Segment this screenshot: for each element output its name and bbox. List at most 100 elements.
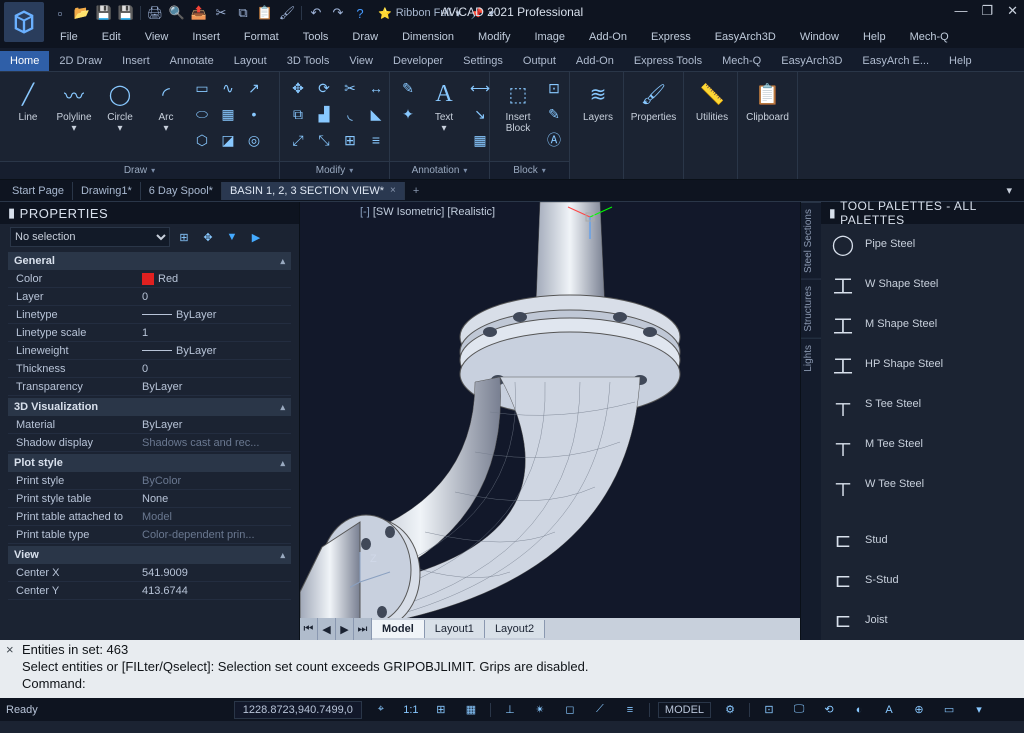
filter-icon[interactable]: ▼	[222, 227, 242, 247]
chevron-down-icon[interactable]: ▾	[968, 701, 990, 719]
point-icon[interactable]: •	[242, 102, 266, 126]
spline-icon[interactable]: ∿	[216, 76, 240, 100]
menu-easyarch3d[interactable]: EasyArch3D	[703, 28, 788, 46]
otrack-icon[interactable]: ⟋	[589, 701, 611, 719]
tab-developer[interactable]: Developer	[383, 51, 453, 71]
chamfer-icon[interactable]: ◣	[364, 102, 388, 126]
menu-format[interactable]: Format	[232, 28, 291, 46]
offset-icon[interactable]: ≡	[364, 128, 388, 152]
scale-icon[interactable]: ⤡	[312, 128, 336, 152]
property-value[interactable]: Color-dependent prin...	[138, 529, 291, 541]
trim-icon[interactable]: ✂	[338, 76, 362, 100]
tab-addon[interactable]: Add-On	[566, 51, 624, 71]
pal-m-shape[interactable]: 工M Shape Steel	[821, 304, 1024, 344]
menu-help[interactable]: Help	[851, 28, 898, 46]
polygon-icon[interactable]: ⬡	[190, 128, 214, 152]
group-header[interactable]: General	[8, 252, 291, 270]
rotate-icon[interactable]: ⟳	[312, 76, 336, 100]
tab-insert[interactable]: Insert	[112, 51, 160, 71]
eraser-icon[interactable]: ✎	[396, 76, 420, 100]
property-value[interactable]: Red	[138, 273, 291, 285]
tab-3dtools[interactable]: 3D Tools	[277, 51, 340, 71]
polar-icon[interactable]: ✴	[529, 701, 551, 719]
property-value[interactable]: 1	[138, 327, 291, 339]
property-value[interactable]: 0	[138, 363, 291, 375]
scale-label[interactable]: 1:1	[400, 701, 422, 719]
tab-2ddraw[interactable]: 2D Draw	[49, 51, 112, 71]
palette-tab-structures[interactable]: Structures	[801, 279, 821, 338]
menu-insert[interactable]: Insert	[180, 28, 232, 46]
property-value[interactable]: ByColor	[138, 475, 291, 487]
insert-block-button[interactable]: ⬚Insert Block	[496, 76, 540, 136]
layout-2[interactable]: Layout2	[485, 620, 545, 638]
property-row[interactable]: Print style tableNone	[8, 490, 291, 508]
annot-scale-icon[interactable]: A	[878, 701, 900, 719]
property-value[interactable]: 413.6744	[138, 585, 291, 597]
command-line[interactable]: × Entities in set: 463 Select entities o…	[0, 640, 1024, 698]
lwt-icon[interactable]: ≡	[619, 701, 641, 719]
arc-button[interactable]: ◜Arc▾	[144, 76, 188, 136]
property-row[interactable]: LinetypeByLayer	[8, 306, 291, 324]
palette-tab-lights[interactable]: Lights	[801, 338, 821, 378]
menu-image[interactable]: Image	[522, 28, 577, 46]
prev-icon[interactable]: ◀	[318, 618, 336, 640]
clean-icon[interactable]: ▭	[938, 701, 960, 719]
property-value[interactable]: Model	[138, 511, 291, 523]
fillet-icon[interactable]: ◟	[338, 102, 362, 126]
cursor-icon[interactable]: ⌖	[370, 701, 392, 719]
selection-dropdown[interactable]: No selection	[10, 227, 170, 247]
menu-window[interactable]: Window	[788, 28, 851, 46]
pal-stud[interactable]: ⊏Stud	[821, 520, 1024, 560]
layout-model[interactable]: Model	[372, 620, 425, 638]
clipboard-button[interactable]: 📋Clipboard	[744, 76, 791, 125]
tabs-menu-icon[interactable]: ▾	[998, 184, 1020, 197]
viewport[interactable]: [-] [SW Isometric] [Realistic]	[300, 202, 800, 640]
property-row[interactable]: TransparencyByLayer	[8, 378, 291, 396]
palette-tab-steel[interactable]: Steel Sections	[801, 202, 821, 279]
hatch-icon[interactable]: ▦	[216, 102, 240, 126]
tab-mechq[interactable]: Mech-Q	[712, 51, 771, 71]
group-header[interactable]: Plot style	[8, 454, 291, 472]
doctab-start[interactable]: Start Page	[4, 182, 73, 200]
cycle-icon[interactable]: ⟲	[818, 701, 840, 719]
save-icon[interactable]: 💾	[96, 5, 112, 21]
pal-m-tee[interactable]: ┬M Tee Steel	[821, 424, 1024, 464]
property-row[interactable]: Shadow displayShadows cast and rec...	[8, 434, 291, 452]
isol-icon[interactable]: ◐	[848, 701, 870, 719]
close-icon[interactable]: ×	[6, 642, 22, 696]
gear-icon[interactable]: ⚙	[719, 701, 741, 719]
copy-icon[interactable]: ⧉	[235, 5, 251, 21]
extend-icon[interactable]: ↔	[364, 76, 388, 100]
dimension-icon[interactable]: ⟷	[468, 76, 492, 100]
minimize-icon[interactable]: —	[954, 3, 967, 19]
ortho-icon[interactable]: ⊥	[499, 701, 521, 719]
menu-draw[interactable]: Draw	[340, 28, 390, 46]
undo-icon[interactable]: ↶	[308, 5, 324, 21]
redo-icon[interactable]: ↷	[330, 5, 346, 21]
menu-file[interactable]: File	[48, 28, 90, 46]
text-button[interactable]: AText▾	[422, 76, 466, 136]
pal-w-tee[interactable]: ┬W Tee Steel	[821, 464, 1024, 504]
region-icon[interactable]: ◪	[216, 128, 240, 152]
panel-annotation-label[interactable]: Annotation	[390, 161, 489, 179]
doctab-basin[interactable]: BASIN 1, 2, 3 SECTION VIEW*×	[222, 182, 405, 200]
xline-icon[interactable]: ↗	[242, 76, 266, 100]
snap-icon[interactable]: ⊞	[430, 701, 452, 719]
pal-s-tee[interactable]: ┬S Tee Steel	[821, 384, 1024, 424]
tab-easyarch3d[interactable]: EasyArch3D	[771, 51, 852, 71]
property-value[interactable]: 0	[138, 291, 291, 303]
pal-pipe-steel[interactable]: ◯Pipe Steel	[821, 224, 1024, 264]
property-value[interactable]: None	[138, 493, 291, 505]
close-icon[interactable]: ✕	[1007, 3, 1018, 19]
property-row[interactable]: Print table typeColor-dependent prin...	[8, 526, 291, 544]
tab-output[interactable]: Output	[513, 51, 566, 71]
mirror-icon[interactable]: ▟	[312, 102, 336, 126]
property-value[interactable]: Shadows cast and rec...	[138, 437, 291, 449]
property-value[interactable]: 541.9009	[138, 567, 291, 579]
ellipse-icon[interactable]: ⬭	[190, 102, 214, 126]
menu-view[interactable]: View	[133, 28, 181, 46]
tab-annotate[interactable]: Annotate	[160, 51, 224, 71]
paste-icon[interactable]: 📋	[257, 5, 273, 21]
dyn-icon[interactable]: ⊡	[758, 701, 780, 719]
tab-easyarche[interactable]: EasyArch E...	[852, 51, 939, 71]
